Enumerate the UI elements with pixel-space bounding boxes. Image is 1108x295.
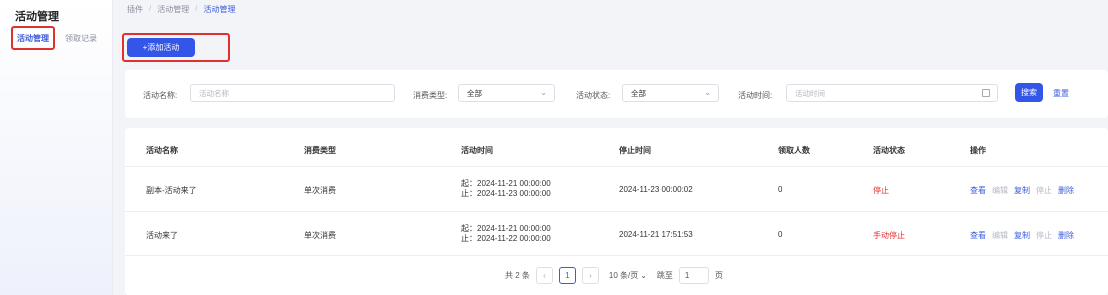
cell-end-time: 止：2024-11-23 00:00:00 (461, 189, 551, 198)
activity-time-placeholder: 活动时间 (795, 88, 825, 98)
stop-link[interactable]: 停止 (1036, 185, 1052, 196)
view-link[interactable]: 查看 (970, 230, 986, 241)
copy-link[interactable]: 复制 (1014, 230, 1030, 241)
row-actions: 查看 编辑 复制 停止 删除 (970, 230, 1074, 241)
next-page-button[interactable]: › (581, 267, 599, 284)
activity-status-label: 活动状态: (576, 91, 611, 100)
main-content: 插件 / 活动管理 / 活动管理 +添加活动 活动名称: 活动名称 消费类型: … (113, 0, 1108, 295)
total-count: 共 2 条 (505, 271, 530, 280)
column-header-claim-count: 领取人数 (778, 146, 810, 155)
column-header-name: 活动名称 (146, 146, 178, 155)
row-divider (125, 255, 1108, 256)
activity-name-label: 活动名称: (143, 91, 178, 100)
cell-name: 副本-活动来了 (146, 186, 197, 195)
chevron-down-icon: ⌄ (640, 271, 647, 280)
highlight-box (11, 26, 55, 50)
cell-name: 活动来了 (146, 231, 178, 240)
page-size-value: 10 条/页 (608, 271, 639, 280)
column-header-stop-time: 停止时间 (619, 146, 651, 155)
pagination: 共 2 条 ‹ 1 › 10 条/页 ⌄ 跳至 1 页 (505, 267, 723, 284)
page-size-select[interactable]: 10 条/页 ⌄ (604, 267, 651, 284)
breadcrumb: 插件 / 活动管理 / 活动管理 (127, 4, 235, 15)
copy-link[interactable]: 复制 (1014, 185, 1030, 196)
activity-time-picker[interactable]: 活动时间 (786, 84, 998, 102)
breadcrumb-separator: / (149, 4, 152, 13)
search-button[interactable]: 搜索 (1015, 83, 1043, 102)
highlight-box (122, 33, 230, 62)
cell-type: 单次消费 (304, 186, 336, 195)
sidebar-tab-claim-records[interactable]: 领取记录 (65, 33, 97, 44)
chevron-left-icon: ‹ (543, 271, 546, 280)
row-actions: 查看 编辑 复制 停止 删除 (970, 185, 1074, 196)
breadcrumb-item-current: 活动管理 (203, 5, 236, 14)
cell-stop-time: 2024-11-23 00:00:02 (619, 185, 693, 194)
app-title: 活动管理 (15, 11, 59, 23)
cell-type: 单次消费 (304, 231, 336, 240)
consume-type-value: 全部 (467, 88, 482, 98)
filter-panel: 活动名称: 活动名称 消费类型: 全部 ⌄ 活动状态: 全部 ⌄ 活动时间: 活… (125, 70, 1108, 118)
cell-start-time: 起：2024-11-21 00:00:00 (461, 224, 551, 233)
calendar-icon (982, 89, 990, 97)
activity-time-label: 活动时间: (738, 91, 773, 100)
activity-status-value: 全部 (631, 88, 646, 98)
chevron-down-icon: ⌄ (704, 88, 711, 97)
cell-status: 停止 (873, 186, 889, 195)
delete-link[interactable]: 删除 (1058, 185, 1074, 196)
cell-status: 手动停止 (873, 231, 905, 240)
chevron-down-icon: ⌄ (540, 88, 547, 97)
jump-label: 跳至 (656, 271, 673, 280)
delete-link[interactable]: 删除 (1058, 230, 1074, 241)
page-number[interactable]: 1 (558, 267, 576, 284)
jump-input[interactable]: 1 (678, 267, 709, 284)
column-header-actions: 操作 (970, 146, 986, 155)
cell-time-range: 起：2024-11-21 00:00:00 止：2024-11-23 00:00… (461, 179, 551, 199)
consume-type-label: 消费类型: (413, 91, 448, 100)
edit-link[interactable]: 编辑 (992, 230, 1008, 241)
consume-type-select[interactable]: 全部 ⌄ (458, 84, 555, 102)
cell-stop-time: 2024-11-21 17:51:53 (619, 230, 693, 239)
activity-name-input[interactable]: 活动名称 (190, 84, 395, 102)
breadcrumb-separator: / (195, 4, 198, 13)
sidebar: 活动管理 活动管理 领取记录 (0, 0, 113, 295)
cell-end-time: 止：2024-11-22 00:00:00 (461, 234, 551, 243)
edit-link[interactable]: 编辑 (992, 185, 1008, 196)
view-link[interactable]: 查看 (970, 185, 986, 196)
reset-button[interactable]: 重置 (1053, 88, 1069, 99)
column-header-time: 活动时间 (461, 146, 493, 155)
column-header-status: 活动状态 (873, 146, 905, 155)
row-divider (125, 166, 1108, 167)
row-divider (125, 211, 1108, 212)
page-suffix-label: 页 (714, 271, 723, 280)
cell-claim-count: 0 (778, 185, 783, 194)
cell-time-range: 起：2024-11-21 00:00:00 止：2024-11-22 00:00… (461, 224, 551, 244)
column-header-type: 消费类型 (304, 146, 336, 155)
chevron-right-icon: › (589, 271, 592, 280)
stop-link[interactable]: 停止 (1036, 230, 1052, 241)
activity-table: 活动名称 消费类型 活动时间 停止时间 领取人数 活动状态 操作 副本-活动来了… (125, 128, 1108, 295)
activity-status-select[interactable]: 全部 ⌄ (622, 84, 719, 102)
cell-start-time: 起：2024-11-21 00:00:00 (461, 179, 551, 188)
cell-claim-count: 0 (778, 230, 783, 239)
breadcrumb-item-plugin[interactable]: 插件 (127, 4, 143, 15)
breadcrumb-item-activity[interactable]: 活动管理 (157, 4, 189, 15)
activity-name-placeholder: 活动名称 (199, 88, 229, 98)
prev-page-button[interactable]: ‹ (535, 267, 553, 284)
